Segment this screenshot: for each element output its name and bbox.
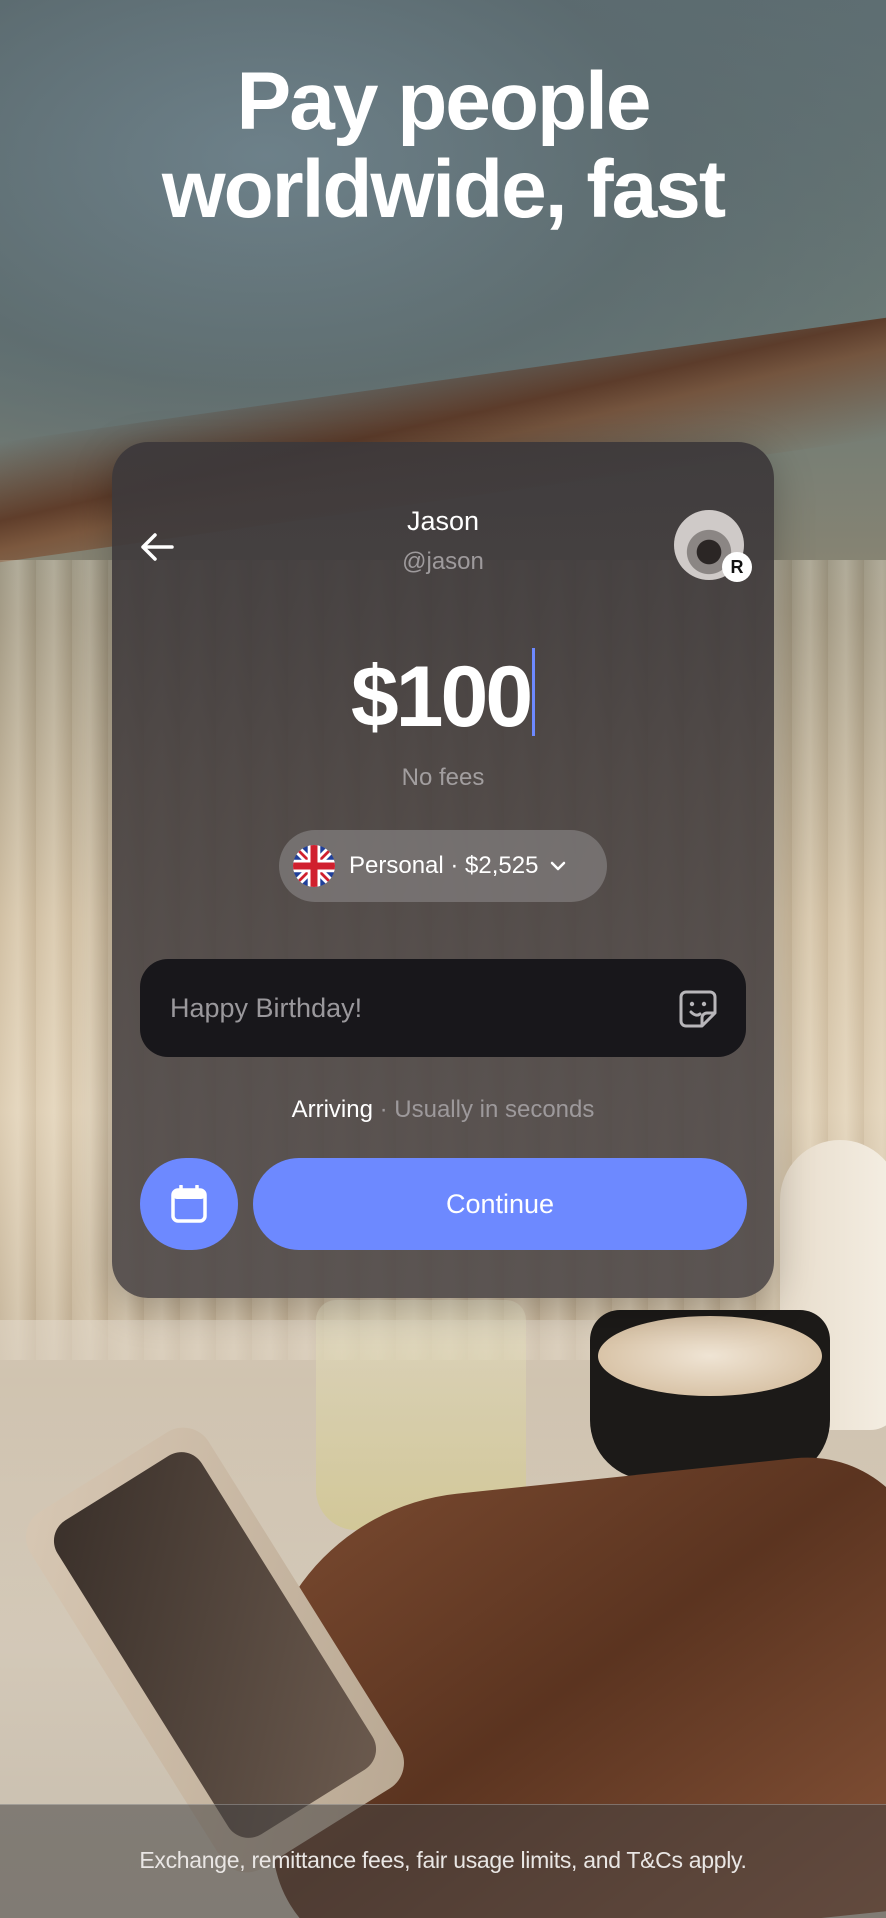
recipient-name: Jason [406,506,480,536]
account-selector[interactable]: Personal · $2,525 [279,830,607,902]
chevron-down-icon [550,861,566,871]
hero-headline-line1: Pay people [236,56,652,147]
background-glass [316,1300,526,1530]
background-coffee-cup [590,1310,830,1480]
message-input[interactable] [168,991,652,1025]
sticker-icon [679,990,717,1028]
recipient-avatar[interactable]: R [674,510,752,582]
calendar-icon [171,1185,207,1223]
arrival-info: Arriving · Usually in seconds [112,1096,774,1124]
fee-note: No fees [401,764,485,791]
hero-headline: Pay people worldwide, fast [0,58,886,234]
sticker-button[interactable] [678,989,718,1029]
schedule-button[interactable] [140,1158,238,1250]
arrival-detail: · Usually in seconds [372,1096,595,1123]
footer-bar: Exchange, remittance fees, fair usage li… [0,1804,886,1918]
revolut-badge-icon: R [722,552,752,582]
arrival-label: Arriving [291,1096,373,1123]
continue-button[interactable]: Continue [253,1158,747,1250]
background-phone-screen [44,1443,386,1847]
uk-flag-icon [293,845,335,887]
hero-headline-line2: worldwide, fast [161,144,726,235]
background-vase [780,1140,886,1430]
message-field[interactable] [140,959,746,1057]
amount-value: $100 [350,649,533,745]
amount-display[interactable]: $100 [112,648,774,747]
payment-card: Jason @jason R $100 No fees Personal · $… [112,442,774,1298]
text-cursor [532,648,536,736]
footer-disclaimer: Exchange, remittance fees, fair usage li… [139,1847,747,1873]
account-label: Personal · $2,525 [349,852,539,879]
background-coffee-foam [598,1316,822,1396]
app-screen: Pay people worldwide, fast Jason @jason … [0,0,886,1918]
